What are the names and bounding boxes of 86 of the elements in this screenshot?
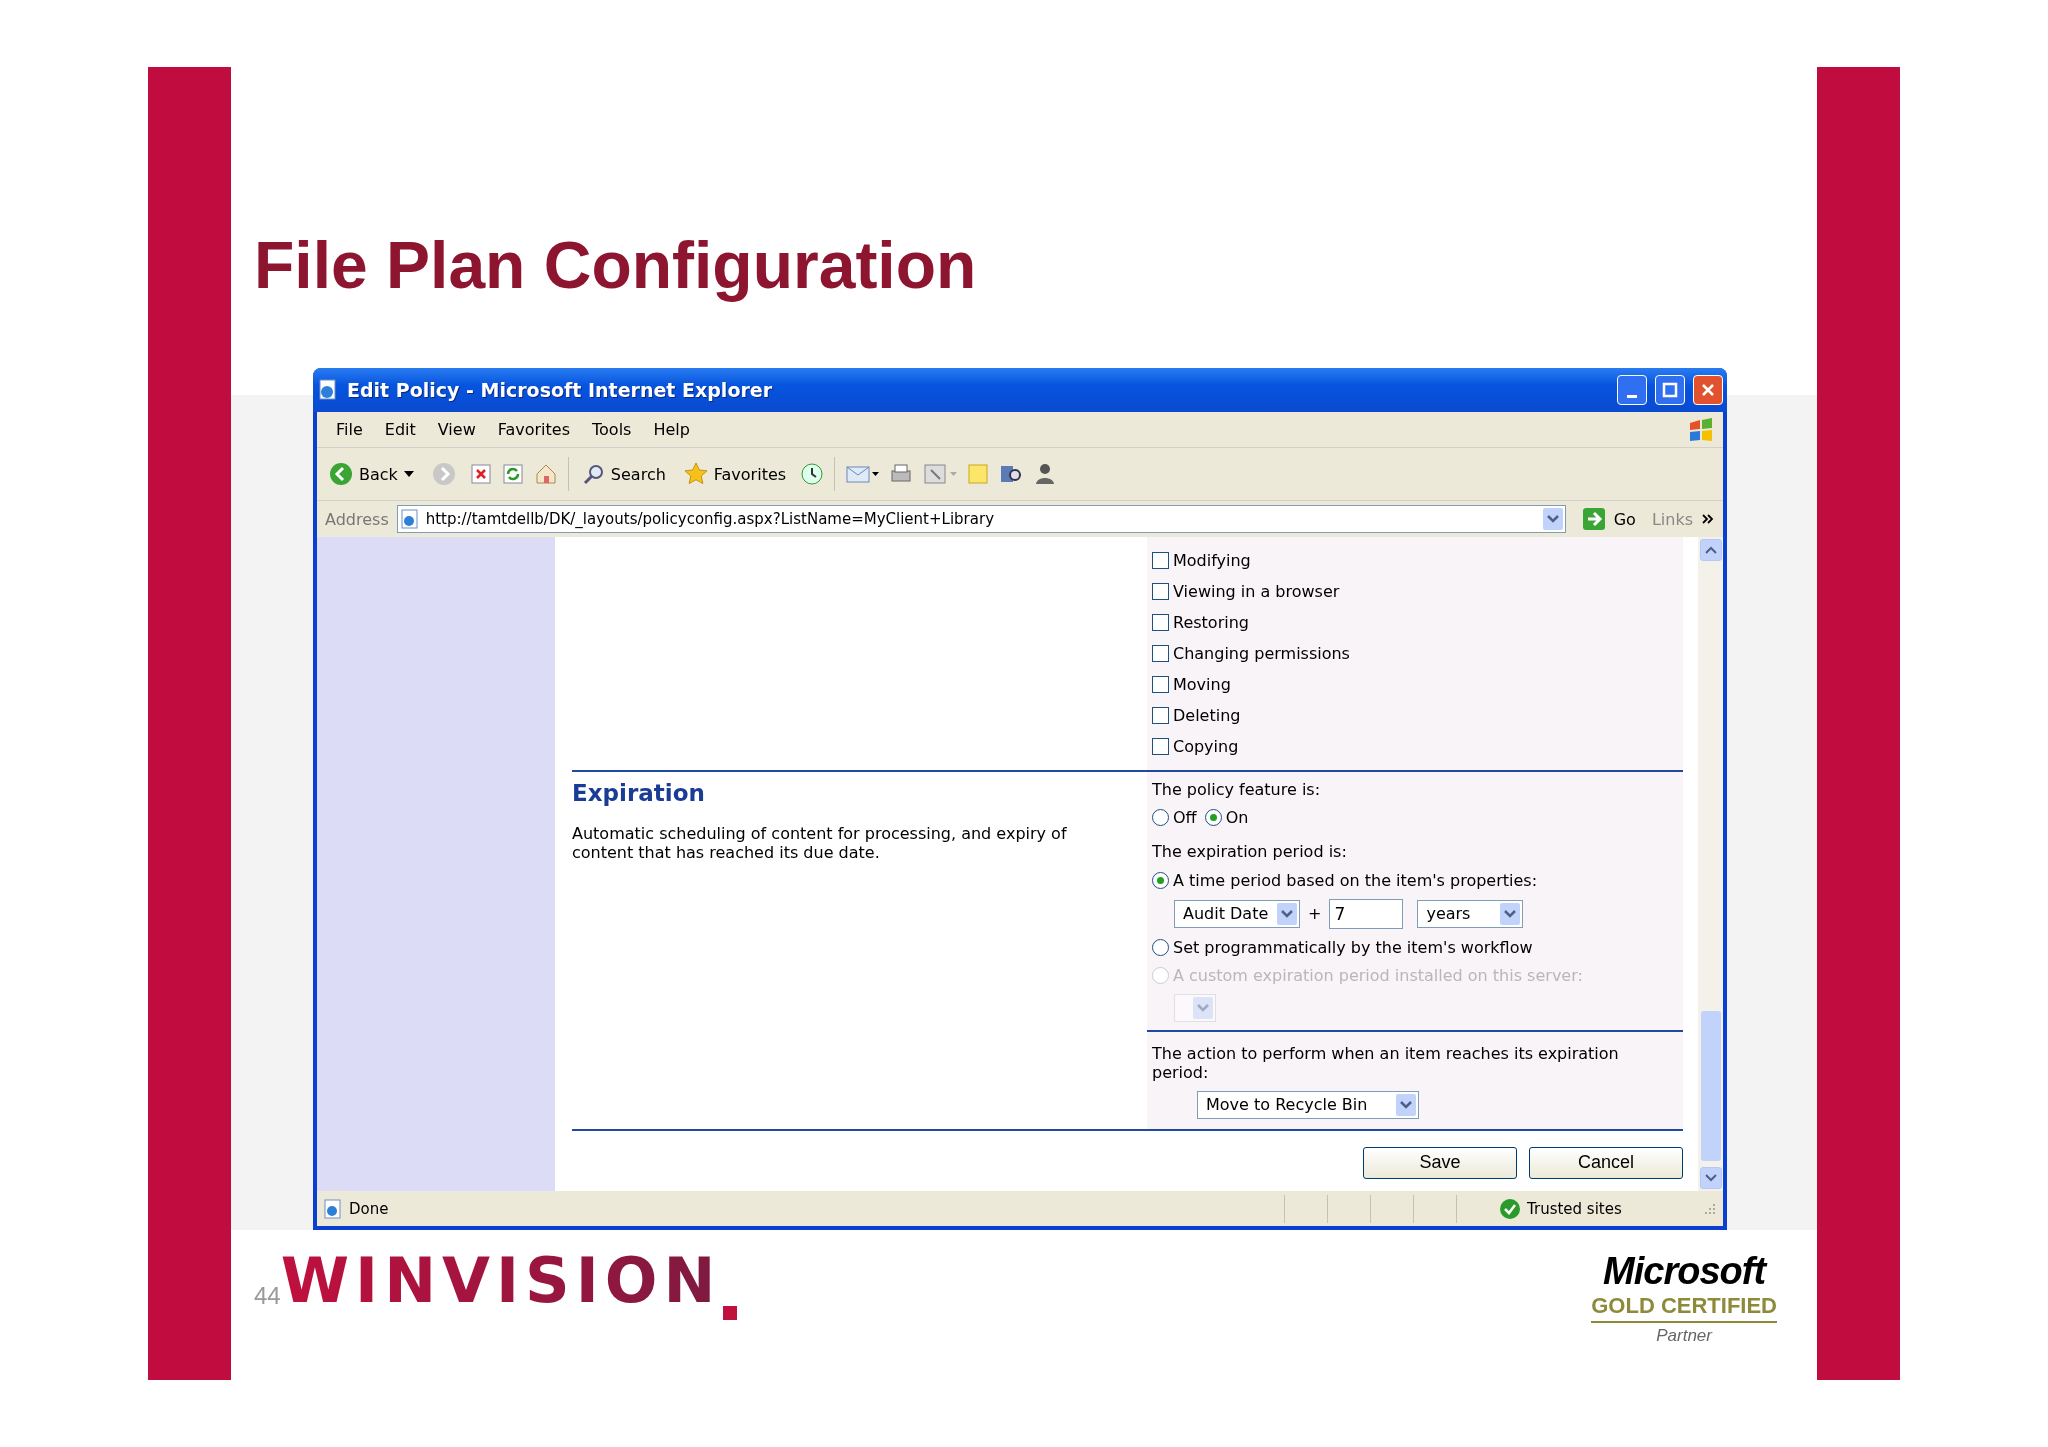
menu-item[interactable]: View [426,420,487,439]
checkbox[interactable] [1152,645,1169,662]
radio-button[interactable] [1152,809,1169,827]
field-label: The action to perform when an item reaches its expiration period: [1152,1044,1620,1083]
stop-icon [469,463,492,485]
radio-button[interactable] [1152,938,1169,956]
checkbox[interactable] [1152,707,1169,724]
menu-item[interactable]: Edit [373,420,427,439]
status-text: Done [349,1199,390,1218]
checkbox[interactable] [1152,738,1169,755]
note-icon [967,463,990,485]
plus-sign: + [1308,904,1322,924]
maximize-button[interactable] [1655,375,1685,405]
security-zone: Trusted sites [1527,1199,1623,1218]
close-icon [1700,382,1716,398]
back-button[interactable]: Back [325,460,418,488]
field-label: The expiration period is: [1152,842,1348,862]
scroll-thumb[interactable] [1700,1011,1721,1161]
favorites-button[interactable]: Favorites [679,460,791,488]
date-field-dropdown[interactable]: Audit Date [1174,899,1300,928]
menu-item[interactable]: Tools [581,420,643,439]
radio-label: Set programmatically by the item's workflow [1173,937,1533,957]
checkbox-label: Viewing in a browser [1173,581,1340,602]
close-button[interactable] [1693,375,1723,405]
address-field[interactable]: http://tamtdellb/DK/_layouts/policyconfig.aspx?ListName=MyClient+Library [396,505,1566,533]
checkbox[interactable] [1152,676,1169,693]
menu-item[interactable]: File [325,420,374,439]
refresh-icon [501,463,524,485]
caret-icon [1277,902,1297,925]
section-heading: Expiration [572,780,706,806]
partner-level: GOLD CERTIFIED [1591,1293,1777,1323]
checkbox[interactable] [1152,583,1169,600]
radio-label: A custom expiration period installed on this server: [1173,965,1583,986]
caret-down-icon [403,471,414,477]
checkbox-label: Restoring [1173,612,1249,633]
partner-brand: Microsoft [1603,1250,1766,1293]
partner-word: Partner [1656,1326,1712,1346]
scroll-down-button[interactable] [1699,1167,1722,1189]
caret-icon [1542,508,1563,530]
checkbox[interactable] [1152,552,1169,569]
scrollbar[interactable] [1698,537,1723,1191]
amount-field[interactable]: 7 [1329,898,1404,929]
save-button[interactable]: Save [1363,1146,1517,1179]
radio-label: On [1225,808,1249,828]
checkbox-label: Deleting [1173,705,1241,726]
action-dropdown[interactable]: Move to Recycle Bin [1197,1090,1419,1119]
radio-button[interactable] [1204,809,1222,827]
check-circle-icon [1499,1197,1521,1220]
scroll-up-button[interactable] [1699,539,1722,561]
slide-title: File Plan Configuration [254,227,977,303]
menu-item[interactable]: Help [642,420,701,439]
checkbox[interactable] [1152,614,1169,631]
checkbox-label: Modifying [1173,550,1251,571]
star-icon [683,462,708,486]
cancel-button[interactable]: Cancel [1529,1146,1683,1179]
home-icon [533,462,558,486]
minimize-button[interactable] [1617,375,1647,405]
address-label: Address [325,509,389,529]
ie-page-icon [399,509,420,529]
ie-page-icon [317,379,339,401]
field-label: The policy feature is: [1152,780,1322,800]
radio-button[interactable] [1152,871,1169,889]
caret-icon [1193,997,1213,1020]
go-button[interactable]: Go [1573,507,1644,531]
search-button[interactable]: Search [578,461,670,487]
checkbox-label: Copying [1173,736,1239,757]
radio-label: Off [1173,808,1197,828]
radio-label: A time period based on the item's properties: [1173,870,1538,890]
caret-icon [1396,1093,1416,1116]
links-label: Links [1651,509,1693,529]
page-number: 44 [254,1282,281,1310]
chevron-icon [1701,512,1715,526]
maximize-icon [1662,382,1678,398]
minimize-icon [1627,394,1637,398]
unit-dropdown[interactable]: years [1417,899,1524,928]
menu-item[interactable]: Favorites [486,420,581,439]
logo-square-icon [723,1306,738,1320]
caret-icon [1500,902,1521,925]
ie-page-icon [323,1198,343,1219]
resize-grip-icon [1703,1201,1717,1216]
section-description: Automatic scheduling of content for processing, and expiry of content that has reached its due date. [572,824,1068,863]
windows-flag-icon [1687,416,1715,443]
search-icon [582,463,605,485]
checkbox-label: Changing permissions [1173,643,1350,664]
checkbox-label: Moving [1173,674,1231,695]
window-title: Edit Policy - Microsoft Internet Explorer [347,379,774,401]
